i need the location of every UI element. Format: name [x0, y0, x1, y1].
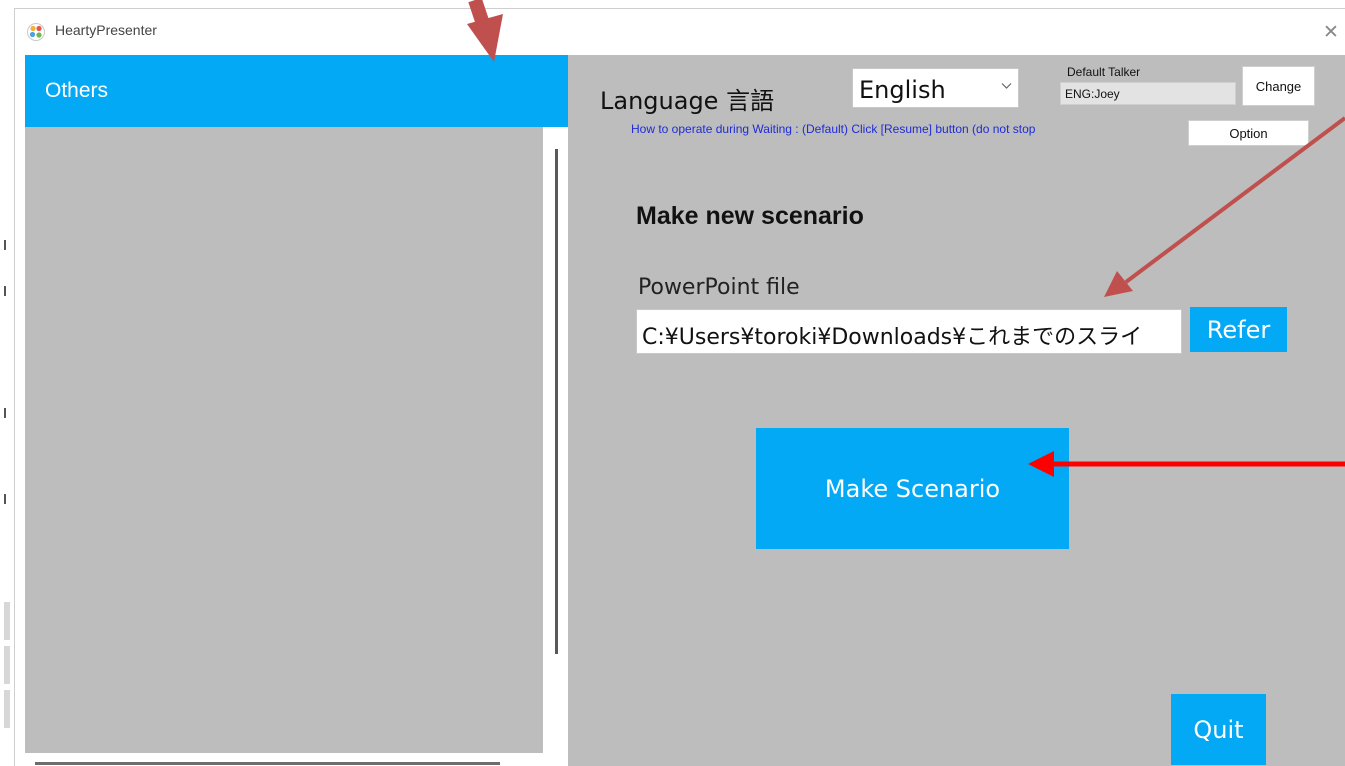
- sidebar-header[interactable]: Others: [25, 55, 568, 127]
- desktop-edge: [0, 0, 14, 766]
- section-title: Make new scenario: [636, 202, 864, 230]
- make-scenario-button[interactable]: Make Scenario: [756, 428, 1069, 549]
- desktop-tick: [4, 240, 6, 250]
- desktop-tick: [4, 494, 6, 504]
- waiting-operation-text: How to operate during Waiting : (Default…: [631, 122, 1036, 136]
- language-label: Language 言語: [600, 87, 775, 115]
- option-button[interactable]: Option: [1188, 120, 1309, 146]
- vertical-scrollbar[interactable]: [555, 149, 558, 654]
- close-icon: ✕: [1323, 21, 1339, 43]
- close-button[interactable]: ✕: [1316, 17, 1345, 47]
- desktop-edge-bar: [4, 602, 10, 640]
- window-title: HeartyPresenter: [55, 22, 157, 38]
- sidebar-header-label: Others: [45, 79, 109, 102]
- main-panel: Language 言語 English Default Talker ENG:J…: [568, 55, 1345, 766]
- default-talker-field: ENG:Joey: [1060, 82, 1236, 105]
- language-select-value: English: [859, 76, 946, 104]
- desktop-edge-bar: [4, 646, 10, 684]
- refer-button[interactable]: Refer: [1190, 307, 1287, 352]
- default-talker-label: Default Talker: [1067, 65, 1141, 79]
- default-talker-value: ENG:Joey: [1065, 87, 1120, 101]
- app-logo-icon: [27, 23, 45, 41]
- desktop-edge-bar: [4, 690, 10, 728]
- app-window: HeartyPresenter ✕ Others Language 言語 Eng…: [14, 8, 1345, 766]
- quit-button[interactable]: Quit: [1171, 694, 1266, 765]
- desktop-tick: [4, 408, 6, 418]
- desktop-tick: [4, 286, 6, 296]
- change-talker-button[interactable]: Change: [1242, 66, 1315, 106]
- powerpoint-file-label: PowerPoint file: [638, 275, 800, 300]
- language-select[interactable]: English: [852, 68, 1019, 108]
- chevron-down-icon: [1001, 83, 1012, 89]
- powerpoint-file-value: C:¥Users¥toroki¥Downloads¥これまでのスライ: [642, 325, 1143, 350]
- powerpoint-file-input[interactable]: C:¥Users¥toroki¥Downloads¥これまでのスライ: [636, 309, 1182, 354]
- title-bar[interactable]: HeartyPresenter ✕: [15, 9, 1345, 55]
- horizontal-scrollbar[interactable]: [35, 762, 500, 765]
- scenario-list[interactable]: [25, 127, 543, 753]
